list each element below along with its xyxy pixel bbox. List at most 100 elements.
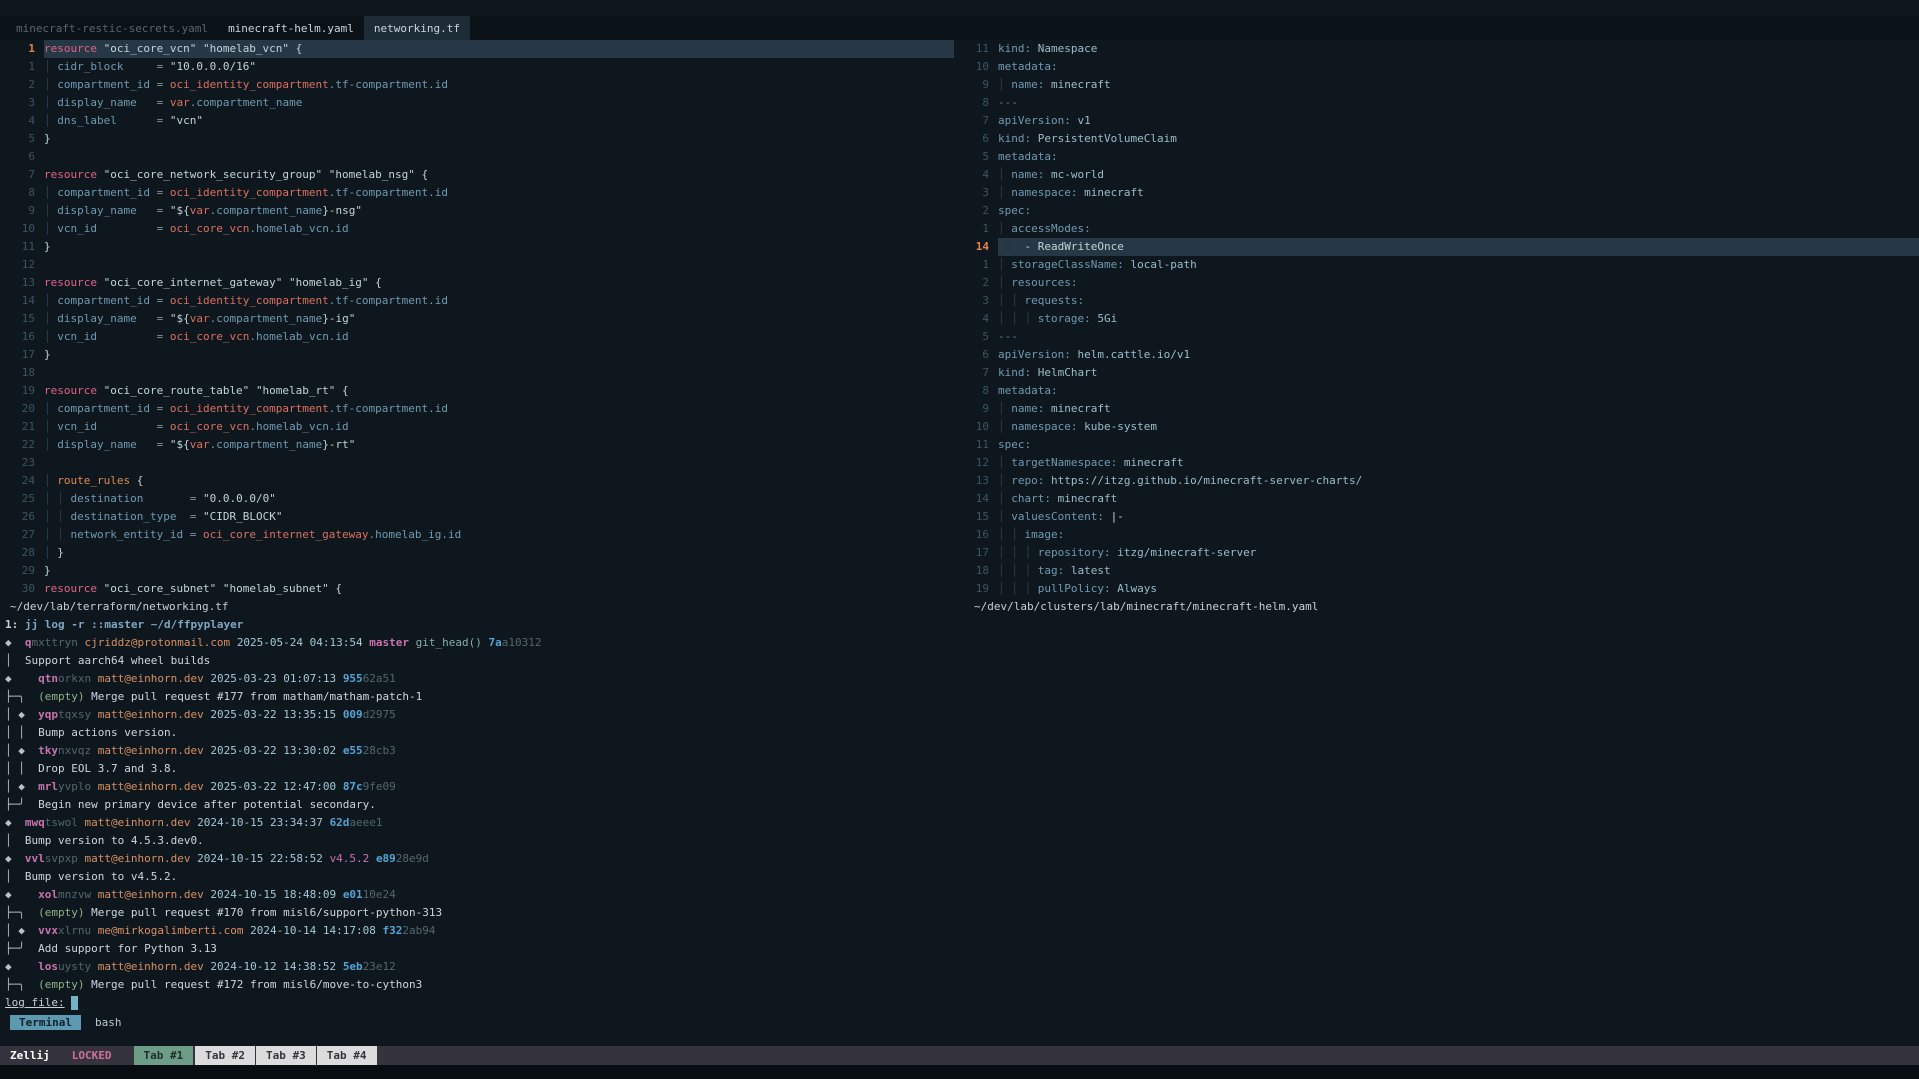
- zellij-tab[interactable]: Tab #1: [134, 1046, 194, 1065]
- token-yv: minecraft: [1051, 78, 1111, 91]
- line-content: }: [44, 562, 954, 580]
- code-line: 10│ vcn_id = oci_core_vcn.homelab_vcn.id: [0, 220, 954, 238]
- code-line: 8metadata:: [954, 382, 1919, 400]
- token-gd: │: [998, 258, 1005, 271]
- token-pl: [1104, 510, 1111, 523]
- editor-buffer-tab[interactable]: minecraft-helm.yaml: [218, 16, 364, 40]
- token-pl: [1018, 546, 1025, 559]
- terminal-tab[interactable]: Terminal: [10, 1015, 81, 1030]
- token-dim: uysty: [58, 960, 91, 973]
- token-dim: orkxn: [58, 672, 91, 685]
- code-line: 20│ compartment_id = oci_identity_compar…: [0, 400, 954, 418]
- code-line: 8---: [954, 94, 1919, 112]
- zellij-status-bar: Zellij LOCKED Tab #1Tab #2Tab #3Tab #4: [0, 1046, 1919, 1065]
- token-pl: [1064, 564, 1071, 577]
- token-pl: [163, 114, 170, 127]
- token-ts: 2025-03-23 01:07:13: [210, 672, 336, 685]
- editor-buffer-tab[interactable]: minecraft-restic-secrets.yaml: [6, 16, 218, 40]
- token-pl: [78, 852, 85, 865]
- line-number: 5: [954, 148, 998, 166]
- terminal-prompt-row[interactable]: log file:: [0, 994, 1919, 1012]
- log-row: ├─╮ (empty) Merge pull request #170 from…: [0, 904, 1919, 922]
- token-yk: targetNamespace:: [1011, 456, 1117, 469]
- code-line: 14│ │ - ReadWriteOnce: [954, 238, 1919, 256]
- token-pl: [163, 330, 170, 343]
- line-content: │ namespace: minecraft: [998, 184, 1919, 202]
- log-row: │ ◆ tkynxvqz matt@einhorn.dev 2025-03-22…: [0, 742, 1919, 760]
- zellij-tab[interactable]: Tab #3: [256, 1046, 316, 1065]
- line-content: resource "oci_core_network_security_grou…: [44, 166, 954, 184]
- token-prop: dns_label: [57, 114, 117, 127]
- token-yv: Namespace: [1038, 42, 1098, 55]
- token-refb: .tf-compartment.id: [329, 294, 448, 307]
- line-number: 8: [0, 184, 44, 202]
- line-content: resource "oci_core_subnet" "homelab_subn…: [44, 580, 954, 598]
- token-dim: tqxsy: [58, 708, 91, 721]
- zellij-tab[interactable]: Tab #2: [195, 1046, 255, 1065]
- token-str: "oci_core_route_table": [104, 384, 250, 397]
- token-email: matt@einhorn.dev: [98, 888, 204, 901]
- token-pl: [137, 312, 157, 325]
- token-yv: kube-system: [1084, 420, 1157, 433]
- token-str: "oci_core_vcn": [104, 42, 197, 55]
- line-content: │ compartment_id = oci_identity_compartm…: [44, 400, 954, 418]
- token-pl: [64, 510, 71, 523]
- line-number: 10: [954, 58, 998, 76]
- token-oid: 009: [343, 708, 363, 721]
- line-number: 12: [0, 256, 44, 274]
- token-gd: │: [998, 168, 1005, 181]
- token-email: cjriddz@protonmail.com: [84, 636, 230, 649]
- log-row: ◆ mwqtswol matt@einhorn.dev 2024-10-15 2…: [0, 814, 1919, 832]
- token-cid: vvl: [25, 852, 45, 865]
- line-content: │ │ destination_type = "CIDR_BLOCK": [44, 508, 954, 526]
- zellij-tab[interactable]: Tab #4: [317, 1046, 377, 1065]
- code-line: 2spec:: [954, 202, 1919, 220]
- token-str: "0.0.0.0/0": [203, 492, 276, 505]
- token-dim: nxvqz: [58, 744, 91, 757]
- token-dim: 10e24: [363, 888, 396, 901]
- line-number: 13: [954, 472, 998, 490]
- code-line: 8│ compartment_id = oci_identity_compart…: [0, 184, 954, 202]
- code-line: 19│ │ │ pullPolicy: Always: [954, 580, 1919, 598]
- token-oid: 7a: [489, 636, 502, 649]
- token-ref: oci_core_vcn: [170, 222, 249, 235]
- line-number: 16: [0, 328, 44, 346]
- token-yk: namespace:: [1011, 186, 1077, 199]
- prompt-label: log file:: [5, 996, 65, 1009]
- token-yv: 5Gi: [1097, 312, 1117, 325]
- code-line: 13resource "oci_core_internet_gateway" "…: [0, 274, 954, 292]
- line-content: │ name: minecraft: [998, 400, 1919, 418]
- token-yk: metadata:: [998, 60, 1058, 73]
- line-number: 12: [954, 454, 998, 472]
- token-gd: │: [44, 222, 51, 235]
- right-editor-pane[interactable]: 11kind: Namespace10metadata:9│ name: min…: [954, 40, 1919, 598]
- token-pl: [64, 492, 71, 505]
- token-oid: 5eb: [343, 960, 363, 973]
- code-line: 6kind: PersistentVolumeClaim: [954, 130, 1919, 148]
- token-g: │ │: [5, 762, 38, 775]
- token-str: "homelab_subnet": [223, 582, 329, 595]
- token-gd: │: [44, 294, 51, 307]
- line-number: 5: [954, 328, 998, 346]
- token-ref: var: [190, 438, 210, 451]
- editor-bufferline: minecraft-restic-secrets.yamlminecraft-h…: [0, 16, 1919, 40]
- token-pl: [409, 636, 416, 649]
- token-ts: 2024-10-15 22:58:52: [197, 852, 323, 865]
- token-pl: [91, 708, 98, 721]
- token-refb: .compartment_name: [210, 438, 323, 451]
- token-gd: │: [44, 60, 51, 73]
- code-line: 11spec:: [954, 436, 1919, 454]
- token-pl: [369, 852, 376, 865]
- token-cid: mrl: [38, 780, 58, 793]
- jj-log-output[interactable]: ◆ qmxttryn cjriddz@protonmail.com 2025-0…: [0, 634, 1919, 994]
- token-pl: [150, 294, 157, 307]
- token-prop: display_name: [57, 96, 136, 109]
- line-content: │ valuesContent: |-: [998, 508, 1919, 526]
- line-content: spec:: [998, 202, 1919, 220]
- token-cid: q: [25, 636, 32, 649]
- left-editor-pane[interactable]: 1resource "oci_core_vcn" "homelab_vcn" {…: [0, 40, 954, 598]
- editor-buffer-tab[interactable]: networking.tf: [364, 16, 470, 40]
- token-pl: {: [369, 276, 382, 289]
- token-str: "${: [170, 204, 190, 217]
- token-gd: │: [998, 456, 1005, 469]
